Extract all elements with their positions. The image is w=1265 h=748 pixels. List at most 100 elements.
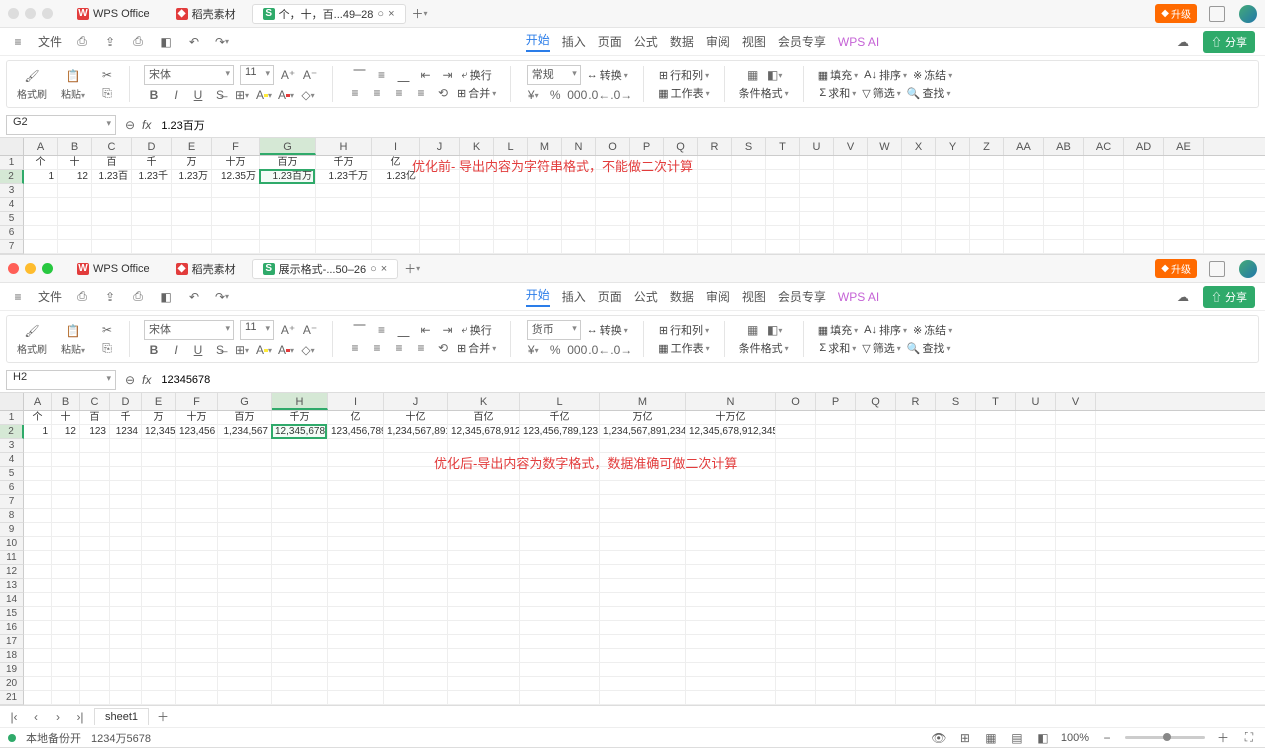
cell-AB4[interactable]: [1044, 198, 1084, 211]
cell-O11[interactable]: [776, 551, 816, 564]
font-color-icon-2[interactable]: A▾: [278, 342, 294, 358]
cell-S4[interactable]: [732, 198, 766, 211]
underline-icon-2[interactable]: U: [190, 342, 206, 358]
cell-R5[interactable]: [896, 467, 936, 480]
row-header-2[interactable]: 2: [0, 425, 24, 439]
row-header-7[interactable]: 7: [0, 240, 24, 254]
cell-H3[interactable]: [272, 439, 328, 452]
col-header-N[interactable]: N: [686, 393, 776, 410]
cell-O5[interactable]: [776, 467, 816, 480]
col-header-N[interactable]: N: [562, 138, 596, 155]
cell-L5[interactable]: [494, 212, 528, 225]
cell-H19[interactable]: [272, 663, 328, 676]
cell-A10[interactable]: [24, 537, 52, 550]
shrink-font-icon[interactable]: A⁻: [302, 67, 318, 83]
align-left-icon-2[interactable]: ≡: [347, 340, 363, 356]
numfmt1-select[interactable]: 常规: [527, 65, 581, 85]
cell-E2[interactable]: 12,345: [142, 425, 176, 438]
cell-P10[interactable]: [816, 537, 856, 550]
print-icon-2[interactable]: ⎙: [130, 289, 146, 305]
dec-dec-icon-2[interactable]: .0→: [613, 342, 629, 358]
align-bot-icon[interactable]: ⎽: [396, 67, 412, 83]
clear-fmt-icon-2[interactable]: ◇▾: [300, 342, 316, 358]
cell-N13[interactable]: [686, 579, 776, 592]
cell-G11[interactable]: [218, 551, 272, 564]
cell-M13[interactable]: [600, 579, 686, 592]
cell-T2[interactable]: [976, 425, 1016, 438]
row-header-8[interactable]: 8: [0, 509, 24, 523]
cell-D14[interactable]: [110, 593, 142, 606]
cell-C9[interactable]: [80, 523, 110, 536]
row-header-12[interactable]: 12: [0, 565, 24, 579]
cell-T16[interactable]: [976, 621, 1016, 634]
cell-C6[interactable]: [80, 481, 110, 494]
cell-Q5[interactable]: [856, 467, 896, 480]
cell-K6[interactable]: [448, 481, 520, 494]
cell-L9[interactable]: [520, 523, 600, 536]
cell-L17[interactable]: [520, 635, 600, 648]
formula-input-1[interactable]: [155, 119, 1265, 131]
align-top-icon-2[interactable]: ⎺: [352, 322, 368, 338]
row-header-3[interactable]: 3: [0, 184, 24, 198]
cell-Y4[interactable]: [936, 198, 970, 211]
row-header-10[interactable]: 10: [0, 537, 24, 551]
cell-Q6[interactable]: [856, 481, 896, 494]
cell-E6[interactable]: [172, 226, 212, 239]
cell-R19[interactable]: [896, 663, 936, 676]
cell-D5[interactable]: [110, 467, 142, 480]
cell-O3[interactable]: [596, 184, 630, 197]
cell-E20[interactable]: [142, 677, 176, 690]
cell-AB5[interactable]: [1044, 212, 1084, 225]
cell-P12[interactable]: [816, 565, 856, 578]
cell-I2[interactable]: 123,456,789: [328, 425, 384, 438]
cell-D8[interactable]: [110, 509, 142, 522]
convert-button[interactable]: ↔转换▾: [587, 67, 628, 83]
cell-H6[interactable]: [272, 481, 328, 494]
cell-AA7[interactable]: [1004, 240, 1044, 253]
cell-N10[interactable]: [686, 537, 776, 550]
font-select-2[interactable]: 宋体: [144, 320, 234, 340]
cell-Q3[interactable]: [664, 184, 698, 197]
cell-AE1[interactable]: [1164, 156, 1204, 169]
fullscreen-icon[interactable]: ⛶: [1241, 730, 1257, 746]
menu-data[interactable]: 数据: [670, 33, 694, 50]
cell-M9[interactable]: [600, 523, 686, 536]
cell-E5[interactable]: [142, 467, 176, 480]
cell-W7[interactable]: [868, 240, 902, 253]
row-header-1[interactable]: 1: [0, 411, 24, 425]
cell-AD2[interactable]: [1124, 170, 1164, 183]
cell-E5[interactable]: [172, 212, 212, 225]
zoom-fmla-icon[interactable]: ⊖: [122, 117, 138, 133]
cell-P20[interactable]: [816, 677, 856, 690]
col-header-H[interactable]: H: [316, 138, 372, 155]
cell-V6[interactable]: [1056, 481, 1096, 494]
indent-dec-icon-2[interactable]: ⇤: [418, 322, 434, 338]
underline-icon[interactable]: U: [190, 87, 206, 103]
cell-Q7[interactable]: [664, 240, 698, 253]
col-header-T[interactable]: T: [976, 393, 1016, 410]
cell-E4[interactable]: [172, 198, 212, 211]
col-header-O[interactable]: O: [596, 138, 630, 155]
cell-B7[interactable]: [52, 495, 80, 508]
cell-I17[interactable]: [328, 635, 384, 648]
zoom-fmla-icon-2[interactable]: ⊖: [122, 372, 138, 388]
cell-M14[interactable]: [600, 593, 686, 606]
cell-U7[interactable]: [1016, 495, 1056, 508]
cell-H18[interactable]: [272, 649, 328, 662]
menu-insert-2[interactable]: 插入: [562, 288, 586, 305]
menu-formula-2[interactable]: 公式: [634, 288, 658, 305]
cell-F1[interactable]: 十万: [176, 411, 218, 424]
cell-C7[interactable]: [80, 495, 110, 508]
cell-G3[interactable]: [260, 184, 316, 197]
cell-T12[interactable]: [976, 565, 1016, 578]
cell-S1[interactable]: [732, 156, 766, 169]
cell-J6[interactable]: [384, 481, 448, 494]
cell-E12[interactable]: [142, 565, 176, 578]
col-header-AC[interactable]: AC: [1084, 138, 1124, 155]
avatar[interactable]: [1239, 5, 1257, 23]
cell-L6[interactable]: [494, 226, 528, 239]
cell-V20[interactable]: [1056, 677, 1096, 690]
cell-Z3[interactable]: [970, 184, 1004, 197]
redo-icon[interactable]: ↷▾: [214, 34, 230, 50]
cell-D10[interactable]: [110, 537, 142, 550]
